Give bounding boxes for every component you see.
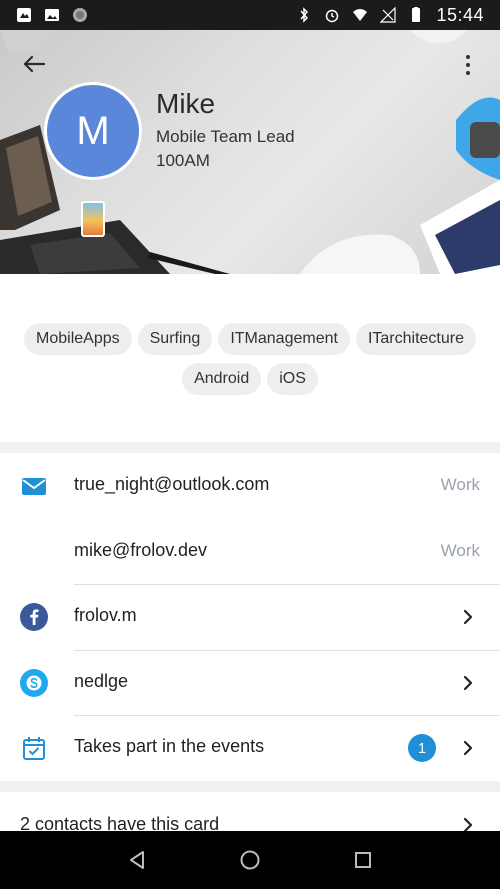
map-notification-icon: [17, 8, 31, 22]
facebook-value: frolov.m: [74, 605, 137, 625]
tag-chip[interactable]: ITarchitecture: [355, 323, 476, 355]
shared-contacts-row[interactable]: 2 contacts have this card: [0, 792, 500, 834]
back-button[interactable]: [14, 48, 54, 80]
nav-back-button[interactable]: [123, 846, 151, 874]
email-primary-type: Work: [440, 475, 480, 494]
row-separator: [74, 584, 500, 585]
tag-chip[interactable]: iOS: [267, 363, 318, 395]
battery-icon: [412, 7, 421, 22]
square-recents-icon: [355, 852, 372, 868]
avatar[interactable]: M: [44, 82, 142, 180]
facebook-row[interactable]: frolov.m: [0, 584, 500, 650]
alarm-icon: [326, 9, 339, 23]
skype-icon: [20, 669, 48, 697]
circle-home-icon: [240, 850, 260, 870]
profile-company: 100AM: [156, 151, 210, 170]
nav-home-button[interactable]: [236, 846, 264, 874]
tag-chip[interactable]: Android: [182, 363, 262, 395]
interest-tags: MobileApps Surfing ITManagement ITarchit…: [0, 274, 500, 442]
system-navigation-bar: [0, 831, 500, 889]
row-separator: [74, 715, 500, 716]
section-divider: [0, 442, 500, 453]
arrow-left-icon: [23, 55, 45, 73]
avatar-initial: M: [76, 108, 110, 153]
section-divider: [0, 781, 500, 792]
facebook-icon: [20, 603, 48, 631]
email-primary-row[interactable]: true_night@outlook.com Work: [0, 453, 500, 519]
image-notification-icon: [45, 9, 59, 21]
chevron-right-icon: [463, 740, 473, 756]
profile-job-title: Mobile Team Lead: [156, 127, 295, 146]
calendar-check-icon: [23, 737, 45, 760]
chevron-right-icon: [463, 675, 473, 691]
status-bar-right: 15:44: [296, 5, 484, 26]
app-notification-icon: [73, 8, 87, 22]
events-count-badge: 1: [408, 734, 436, 762]
profile-header: M Mike Mobile Team Lead 100AM: [0, 30, 500, 274]
more-options-button[interactable]: [458, 50, 478, 80]
tag-chip[interactable]: ITManagement: [218, 323, 350, 355]
status-bar: 15:44: [0, 0, 500, 30]
email-primary-value: true_night@outlook.com: [74, 474, 270, 494]
chevron-right-icon: [463, 609, 473, 625]
envelope-icon: [22, 478, 46, 495]
cellular-icon: [380, 7, 397, 23]
email-secondary-row[interactable]: mike@frolov.dev Work: [0, 519, 500, 585]
more-vertical-icon: [466, 55, 470, 59]
bluetooth-icon: [300, 7, 309, 23]
row-separator: [74, 650, 500, 651]
status-bar-left: [16, 7, 88, 23]
tag-chip[interactable]: MobileApps: [24, 323, 132, 355]
profile-name: Mike: [156, 88, 216, 119]
sticker-image[interactable]: [81, 201, 105, 237]
events-row[interactable]: Takes part in the events 1: [0, 715, 500, 781]
email-secondary-type: Work: [440, 541, 480, 560]
tag-chip[interactable]: Surfing: [137, 323, 213, 355]
events-label: Takes part in the events: [74, 736, 265, 756]
status-time: 15:44: [436, 4, 484, 25]
wifi-icon: [353, 9, 368, 21]
nav-recents-button[interactable]: [349, 846, 377, 874]
email-secondary-value: mike@frolov.dev: [74, 540, 207, 560]
skype-row[interactable]: nedlge: [0, 650, 500, 716]
skype-value: nedlge: [74, 671, 129, 691]
triangle-back-icon: [129, 851, 144, 869]
